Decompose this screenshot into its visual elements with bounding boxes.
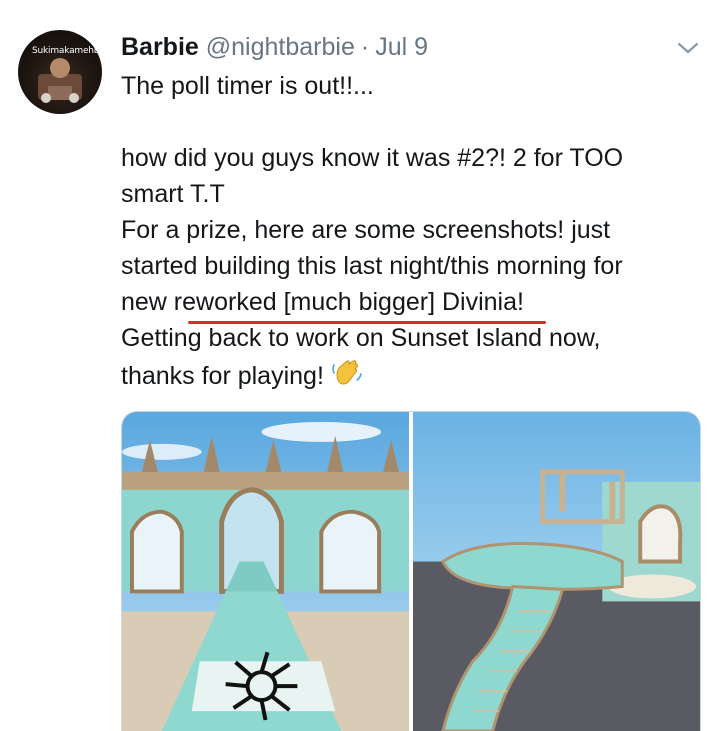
tweet-date[interactable]: Jul 9 [375,33,428,61]
text-line: smart T.T [121,180,225,208]
separator-dot: · [360,33,370,61]
text-line: The poll timer is out!!... [121,72,374,100]
text-line: For a prize, here are some screenshots! … [121,216,611,244]
display-name[interactable]: Barbie [121,33,199,61]
media-image-2[interactable] [413,412,700,731]
text-line: new reworked [much bigger] Divinia! [121,288,524,316]
chevron-down-icon[interactable] [676,40,700,56]
user-handle[interactable]: @nightbarbie [206,33,355,61]
text-line: Getting back to work on Sunset Island no… [121,324,601,352]
red-underline-annotation [188,321,546,324]
media-image-1[interactable] [122,412,409,731]
text-line: how did you guys know it was #2?! 2 for … [121,144,624,172]
avatar-image [38,58,82,103]
tweet-header: Barbie @nightbarbie · Jul 9 [121,32,428,62]
screenshot-staircase [413,412,700,731]
waving-hand-icon [332,360,362,385]
tweet-text: The poll timer is out!!... how did you g… [121,68,701,394]
avatar-caption: Sukimakamehbob [32,46,102,56]
screenshot-archway [122,412,409,731]
media-grid [121,411,701,731]
text-line: started building this last night/this mo… [121,252,623,280]
text-line: thanks for playing! [121,362,331,390]
avatar[interactable]: Sukimakamehbob [18,30,102,114]
